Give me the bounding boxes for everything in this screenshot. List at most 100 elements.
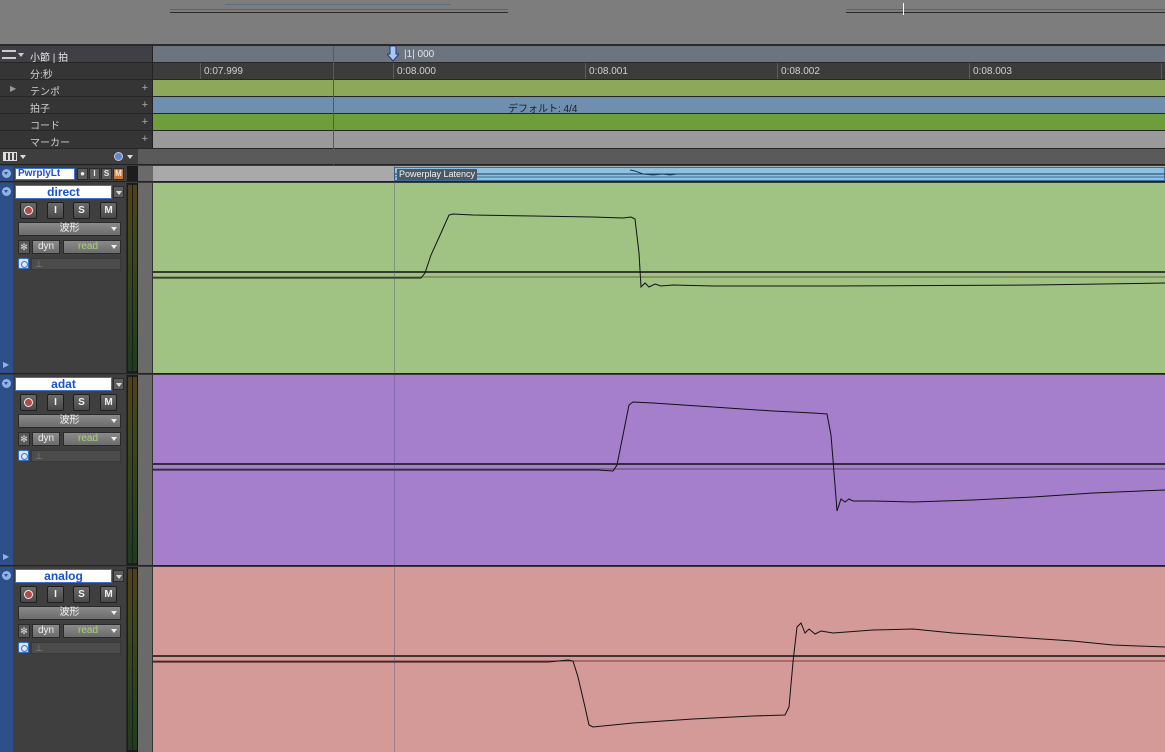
min-sec-ruler-body[interactable]: 0:07.999 0:08.000 0:08.001 0:08.002 0:08… — [153, 63, 1165, 79]
dyn-button[interactable]: dyn — [32, 432, 60, 446]
mute-button[interactable]: M — [100, 202, 117, 219]
chevron-down-icon[interactable] — [127, 155, 133, 159]
record-enable-button[interactable] — [20, 394, 37, 411]
track-view-select[interactable]: 波形 — [18, 606, 121, 620]
bars-beats-ruler[interactable]: 小節 | 拍 — [0, 46, 1165, 64]
ruler-tick-label: 0:08.000 — [397, 66, 436, 77]
track-name-field[interactable]: analog — [15, 569, 112, 583]
freeze-icon[interactable]: ✻ — [18, 432, 30, 446]
track-name-field[interactable]: direct — [15, 185, 112, 199]
input-monitor-button[interactable]: I — [47, 202, 64, 219]
waveform — [153, 213, 1165, 289]
input-monitor-button[interactable]: I — [47, 394, 64, 411]
track-adat[interactable]: adat I S M 波形 ✻ dyn read ⊥ ▶ — [0, 375, 1165, 566]
meter-event[interactable]: デフォルト: 4/4 — [508, 100, 577, 115]
meter-ruler-body[interactable]: デフォルト: 4/4 — [153, 97, 1165, 115]
track-pwrplylt[interactable]: PwrplyLt ● I S M Powerplay Latency — [0, 166, 1165, 182]
track-view-select[interactable]: 波形 — [18, 414, 121, 428]
bars-beats-ruler-body[interactable] — [153, 46, 1165, 62]
edit-insertion-marker-icon[interactable] — [387, 46, 399, 62]
record-enable-button[interactable] — [20, 202, 37, 219]
ruler-menu-icon[interactable] — [2, 50, 16, 59]
solo-button[interactable]: S — [73, 202, 90, 219]
track-lane[interactable] — [153, 375, 1165, 565]
tempo-ruler[interactable]: ▶ テンポ + — [0, 80, 1165, 98]
track-fold-icon[interactable] — [2, 187, 11, 196]
session-overview[interactable] — [0, 0, 1165, 46]
chevron-down-icon[interactable] — [18, 53, 24, 57]
add-marker-button[interactable]: + — [142, 133, 148, 145]
track-lane[interactable]: Powerplay Latency — [153, 166, 1165, 181]
freeze-icon[interactable]: ✻ — [18, 240, 30, 254]
dyn-button[interactable]: dyn — [32, 624, 60, 638]
track-button-group: ● I S M — [77, 168, 124, 180]
track-direct[interactable]: direct I S M 波形 ✻ dyn read ⊥ ▶ — [0, 183, 1165, 374]
track-fold-icon[interactable] — [2, 379, 11, 388]
clip-name: Powerplay Latency — [397, 169, 478, 180]
timebase-icon[interactable] — [18, 258, 29, 269]
overview-position-marker — [903, 3, 904, 15]
track-lane[interactable] — [153, 183, 1165, 373]
edit-position-readout: |1| 000 — [404, 49, 435, 60]
track-fold-icon[interactable] — [2, 571, 11, 580]
chevron-down-icon[interactable] — [113, 378, 124, 390]
overview-line — [170, 12, 508, 13]
chevron-down-icon[interactable] — [20, 155, 26, 159]
meter-ruler[interactable]: 拍子 + デフォルト: 4/4 — [0, 97, 1165, 115]
chevron-down-icon[interactable] — [113, 186, 124, 198]
record-icon — [24, 398, 33, 407]
automation-mode-select[interactable]: read — [63, 240, 121, 254]
clock-icon[interactable] — [114, 152, 123, 161]
add-meter-button[interactable]: + — [142, 99, 148, 111]
record-enable-button[interactable] — [20, 586, 37, 603]
overview-line — [225, 4, 451, 5]
input-slot[interactable]: ⊥ — [31, 450, 121, 462]
chord-ruler-header: コード + — [0, 114, 153, 132]
marker-ruler-body[interactable] — [153, 131, 1165, 148]
dyn-button[interactable]: dyn — [32, 240, 60, 254]
marker-ruler[interactable]: マーカー + — [0, 131, 1165, 149]
timebase-icon[interactable] — [18, 450, 29, 461]
record-icon — [24, 590, 33, 599]
automation-mode-select[interactable]: read — [63, 624, 121, 638]
solo-button[interactable]: S — [101, 168, 112, 180]
audio-clip[interactable]: Powerplay Latency — [394, 167, 1165, 181]
track-view-select[interactable]: 波形 — [18, 222, 121, 236]
add-chord-button[interactable]: + — [142, 116, 148, 128]
input-monitor-button[interactable]: I — [89, 168, 100, 180]
input-slot[interactable]: ⊥ — [31, 642, 121, 654]
chord-ruler[interactable]: コード + — [0, 114, 1165, 132]
track-view-icon[interactable] — [3, 152, 17, 161]
track-name-field[interactable]: PwrplyLt — [15, 168, 75, 180]
playhead-line[interactable] — [333, 46, 334, 165]
timebase-icon[interactable] — [18, 642, 29, 653]
add-tempo-button[interactable]: + — [142, 82, 148, 94]
tempo-ruler-body[interactable] — [153, 80, 1165, 96]
track-analog[interactable]: analog I S M 波形 ✻ dyn read ⊥ — [0, 567, 1165, 752]
solo-button[interactable]: S — [73, 394, 90, 411]
chord-ruler-body[interactable] — [153, 114, 1165, 130]
track-fold-icon[interactable] — [2, 169, 11, 178]
track-meter — [127, 375, 138, 565]
meter-ruler-header: 拍子 + — [0, 97, 153, 115]
track-name-field[interactable]: adat — [15, 377, 112, 391]
track-scale — [138, 375, 153, 565]
track-strip — [0, 183, 13, 373]
input-slot[interactable]: ⊥ — [31, 258, 121, 270]
mute-button[interactable]: M — [100, 394, 117, 411]
mute-button[interactable]: M — [100, 586, 117, 603]
mute-button[interactable]: M — [113, 168, 124, 180]
track-header: direct I S M 波形 ✻ dyn read ⊥ ▶ — [0, 183, 127, 373]
automation-mode-select[interactable]: read — [63, 432, 121, 446]
track-lane[interactable] — [153, 567, 1165, 752]
expand-triangle-icon[interactable]: ▶ — [10, 84, 16, 93]
expand-triangle-icon[interactable]: ▶ — [3, 552, 9, 561]
freeze-icon[interactable]: ✻ — [18, 624, 30, 638]
expand-triangle-icon[interactable]: ▶ — [3, 360, 9, 369]
solo-button[interactable]: S — [73, 586, 90, 603]
chevron-down-icon[interactable] — [113, 570, 124, 582]
min-sec-ruler[interactable]: 分:秒 0:07.999 0:08.000 0:08.001 0:08.002 … — [0, 63, 1165, 81]
record-enable-button[interactable]: ● — [77, 168, 88, 180]
input-monitor-button[interactable]: I — [47, 586, 64, 603]
track-header: analog I S M 波形 ✻ dyn read ⊥ — [0, 567, 127, 752]
